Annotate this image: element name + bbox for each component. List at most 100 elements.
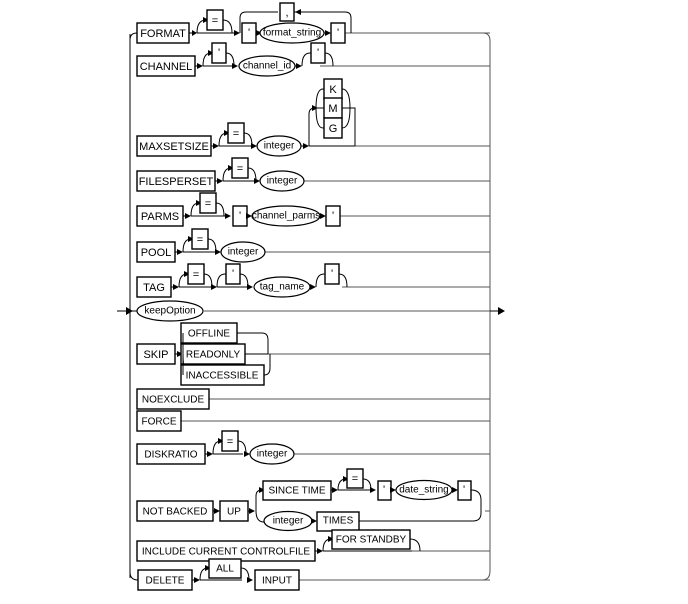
label-maxsetsize-unit-g: G bbox=[329, 123, 338, 135]
right-rail-bottom-curve bbox=[481, 570, 491, 581]
parms-equals-arc-in bbox=[190, 202, 200, 217]
row-force: FORCE bbox=[136, 410, 490, 432]
label-pool-equals: = bbox=[197, 234, 203, 246]
right-rail-top-curve bbox=[482, 32, 491, 42]
parms-equals-arc-out bbox=[215, 202, 225, 217]
syntax-diagram-canvas: FORMAT = ' format_string ' , CHANNEL ' c… bbox=[0, 0, 688, 604]
label-diskratio: DISKRATIO bbox=[144, 450, 197, 461]
row-channel: CHANNEL ' channel_id ' bbox=[136, 42, 490, 77]
label-skip-offline: OFFLINE bbox=[188, 329, 231, 340]
label-filesperset-integer: integer bbox=[267, 176, 298, 187]
pool-var-arrow bbox=[215, 249, 221, 255]
times-merge bbox=[359, 511, 482, 522]
include-stub-arrow bbox=[317, 548, 323, 554]
date-var-arrow bbox=[390, 487, 396, 493]
label-since-time: SINCE TIME bbox=[268, 486, 325, 497]
label-delete-input: INPUT bbox=[262, 576, 292, 587]
maxsetsize-k-out bbox=[341, 88, 351, 109]
channel-stub-arrow bbox=[197, 63, 203, 69]
label-format-quote-close: ' bbox=[337, 27, 339, 39]
tag-quote-arrow bbox=[211, 284, 217, 290]
label-channel: CHANNEL bbox=[140, 61, 193, 73]
parms-stub-arrow bbox=[185, 213, 191, 219]
tag-quote-arc-in bbox=[216, 273, 226, 288]
forstandby-arc-out bbox=[409, 538, 421, 552]
channel-quote2-arc-out bbox=[324, 52, 334, 67]
row-delete: DELETE ALL INPUT bbox=[137, 558, 490, 591]
times-arrow bbox=[311, 518, 317, 524]
label-diskratio-equals: = bbox=[227, 436, 233, 448]
label-times-integer: integer bbox=[273, 516, 304, 527]
skip-inaccessible-out bbox=[263, 354, 271, 376]
railroad-diagram-svg: FORMAT = ' format_string ' , CHANNEL ' c… bbox=[117, 2, 505, 591]
label-include-current-controlfile: INCLUDE CURRENT CONTROLFILE bbox=[142, 547, 310, 558]
label-tag-quote-close: ' bbox=[331, 268, 333, 280]
format-equals-arc-in bbox=[196, 19, 207, 34]
label-since-time-equals: = bbox=[352, 473, 358, 485]
filesperset-var-arrow bbox=[254, 178, 260, 184]
filesperset-equals-arc-in bbox=[222, 167, 232, 182]
sincetime-eq-entry-arrow bbox=[332, 487, 338, 493]
format-quote2-arrow bbox=[325, 30, 331, 36]
tag-var-arrow bbox=[247, 284, 253, 290]
label-tag: TAG bbox=[143, 282, 165, 294]
sincetime-merge bbox=[470, 489, 482, 511]
sincetime-quote-arrow bbox=[370, 487, 376, 493]
label-date-quote-open: ' bbox=[383, 484, 385, 496]
up-stub-arrow bbox=[249, 508, 255, 514]
pool-stub-arrow bbox=[177, 249, 183, 255]
label-tag-quote-open: ' bbox=[232, 268, 234, 280]
label-maxsetsize: MAXSETSIZE bbox=[139, 141, 209, 153]
label-keepoption: keepOption bbox=[144, 306, 195, 317]
label-format-string: format_string bbox=[263, 28, 321, 39]
row-filesperset: FILESPERSET = integer bbox=[136, 157, 490, 192]
row-diskratio: DISKRATIO = integer bbox=[136, 430, 490, 465]
label-notbacked: NOT BACKED bbox=[143, 507, 208, 518]
tag-equals-arc-in bbox=[178, 273, 188, 288]
row-keepoption: keepOption bbox=[130, 300, 490, 322]
row-notbackedup: NOT BACKED UP SINCE TIME = ' date_string… bbox=[136, 468, 490, 532]
label-tag-equals: = bbox=[193, 269, 199, 281]
maxsetsize-equals-arc-in bbox=[218, 132, 228, 147]
label-date-quote-close: ' bbox=[463, 484, 465, 496]
label-format-comma: , bbox=[285, 7, 288, 19]
label-force: FORCE bbox=[142, 417, 177, 428]
delete-stub-arrow bbox=[194, 577, 200, 583]
label-maxsetsize-unit-m: M bbox=[328, 103, 337, 115]
maxsetsize-unit-stem bbox=[308, 107, 316, 146]
parms-quote2-arrow bbox=[320, 213, 326, 219]
row-tag: TAG = ' tag_name ' bbox=[136, 263, 490, 298]
channel-quote-arc-in bbox=[202, 52, 212, 67]
label-format: FORMAT bbox=[140, 28, 186, 40]
row-pool: POOL = integer bbox=[136, 228, 490, 263]
label-skip-readonly: READONLY bbox=[186, 350, 241, 361]
label-pool: POOL bbox=[141, 247, 172, 259]
row-format: FORMAT = ' format_string ' , bbox=[136, 2, 490, 44]
label-skip: SKIP bbox=[143, 349, 168, 361]
label-parms-equals: = bbox=[205, 198, 211, 210]
parms-quote-arrow bbox=[225, 213, 231, 219]
label-filesperset: FILESPERSET bbox=[139, 176, 214, 188]
diskratio-stub-arrow bbox=[207, 451, 213, 457]
label-channel-quote-close: ' bbox=[317, 47, 319, 59]
left-rail-top-curve bbox=[129, 32, 138, 41]
channel-quote2-arrow bbox=[296, 63, 302, 69]
input-arrow bbox=[247, 577, 253, 583]
row-includecurrentcontrolfile: INCLUDE CURRENT CONTROLFILE FOR STANDBY bbox=[136, 529, 490, 562]
maxsetsize-var-arrow bbox=[251, 143, 257, 149]
maxsetsize-k-in bbox=[315, 88, 324, 109]
maxsetsize-equals-arc-out bbox=[243, 132, 253, 147]
format-quote-arrow bbox=[234, 30, 240, 36]
format-stub-arrow bbox=[192, 30, 197, 36]
label-filesperset-equals: = bbox=[237, 163, 243, 175]
pool-equals-arc-out bbox=[207, 238, 217, 253]
maxsetsize-g-out bbox=[341, 107, 351, 129]
row-parms: PARMS = ' channel_parms ' bbox=[136, 192, 490, 227]
label-pool-integer: integer bbox=[228, 247, 259, 258]
tag-quote-arc-out bbox=[239, 273, 249, 288]
label-delete: DELETE bbox=[146, 576, 185, 587]
all-arc-in bbox=[199, 567, 209, 581]
row-noexclude: NOEXCLUDE bbox=[136, 388, 490, 410]
label-parms-quote-close: ' bbox=[332, 210, 334, 222]
filesperset-stub-arrow bbox=[217, 178, 223, 184]
